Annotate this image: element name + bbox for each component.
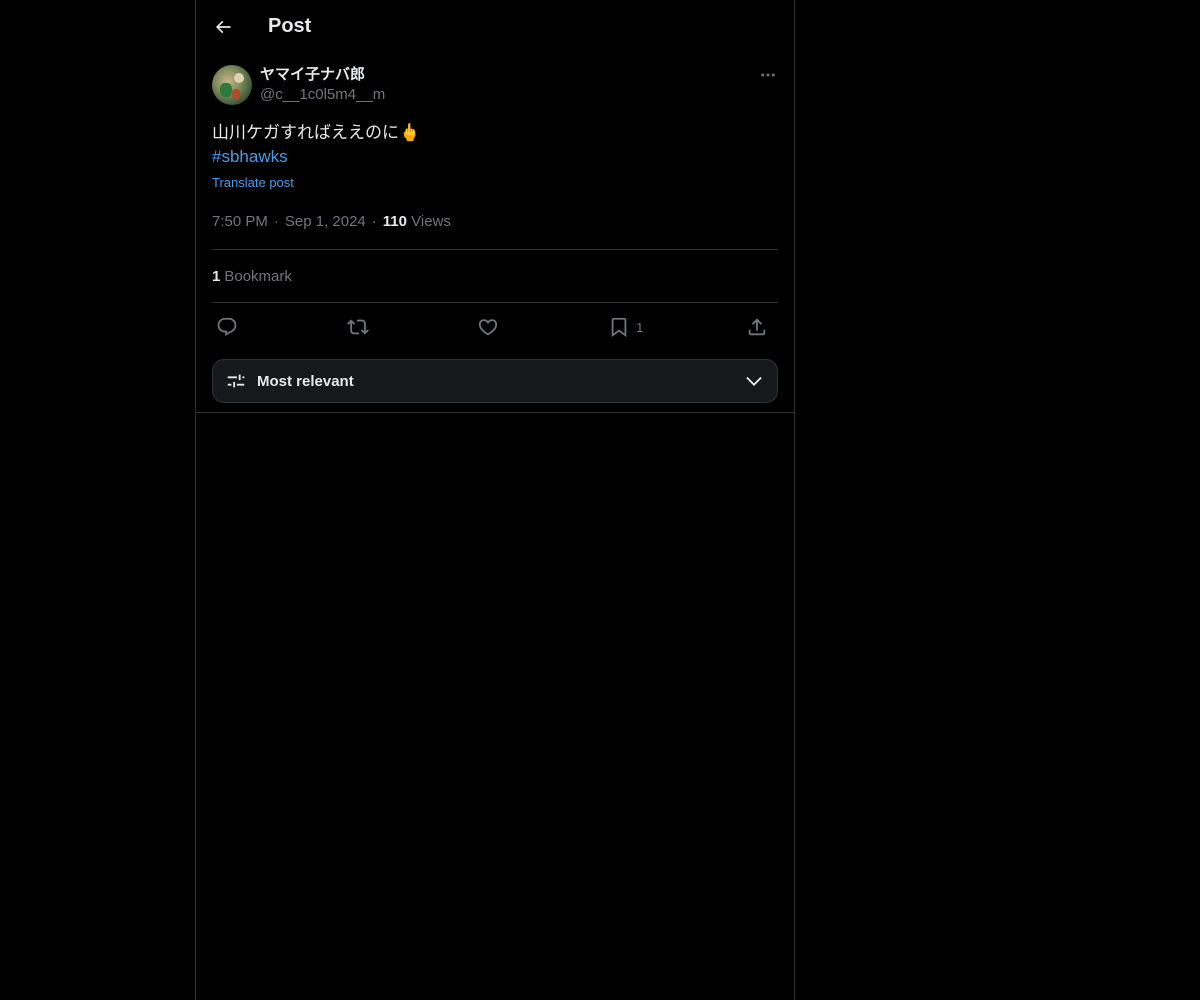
back-button[interactable]	[212, 16, 234, 38]
author-display-name[interactable]: ヤマイ子ナバ郎	[260, 65, 385, 85]
avatar[interactable]	[212, 65, 252, 105]
reply-button[interactable]	[216, 316, 244, 338]
more-options-button[interactable]	[758, 65, 778, 85]
author-row: ヤマイ子ナバ郎 @c__1c0l5m4__m	[212, 65, 778, 105]
like-button[interactable]	[477, 316, 505, 338]
post-date[interactable]: Sep 1, 2024	[285, 213, 366, 230]
bookmark-icon	[611, 317, 627, 338]
bookmark-count: 1	[636, 319, 644, 335]
page-title: Post	[268, 15, 312, 37]
author-handle[interactable]: @c__1c0l5m4__m	[260, 85, 385, 105]
bookmark-button[interactable]: 1	[608, 316, 643, 338]
bookmarks-count: 1	[212, 267, 221, 285]
divider	[196, 412, 794, 413]
header: Post	[196, 0, 794, 53]
post-meta: 7:50 PM · Sep 1, 2024 · 110 Views	[212, 213, 778, 250]
more-icon	[761, 73, 775, 77]
post-text: 山川ケガすればええのに🖕	[212, 123, 421, 142]
action-bar: 1	[212, 303, 778, 351]
repost-icon	[346, 319, 369, 335]
bookmarks-label: Bookmark	[224, 267, 292, 285]
reply-icon	[217, 317, 237, 336]
sliders-icon	[227, 374, 245, 388]
post-time[interactable]: 7:50 PM	[212, 213, 268, 230]
repost-button[interactable]	[346, 316, 375, 338]
heart-icon	[479, 319, 498, 336]
chevron-down-icon	[743, 370, 765, 392]
bookmarks-stat[interactable]: 1 Bookmark	[212, 250, 778, 303]
post: ヤマイ子ナバ郎 @c__1c0l5m4__m 山川ケガすればええのに🖕 #sbh…	[196, 53, 794, 403]
main-column: Post ヤマイ子ナバ郎 @c__1c0l5m4__m 山川ケガすればええのに🖕…	[195, 0, 795, 1000]
sort-replies-dropdown[interactable]: Most relevant	[212, 359, 778, 403]
post-body: 山川ケガすればええのに🖕 #sbhawks Translate post	[212, 121, 778, 195]
translate-post-link[interactable]: Translate post	[212, 171, 778, 195]
share-icon	[748, 318, 766, 336]
sort-label: Most relevant	[257, 372, 354, 390]
share-button[interactable]	[746, 316, 774, 338]
author-names: ヤマイ子ナバ郎 @c__1c0l5m4__m	[260, 65, 385, 105]
views-label: Views	[411, 213, 451, 230]
hashtag-link[interactable]: #sbhawks	[212, 145, 778, 169]
arrow-left-icon	[215, 20, 231, 33]
views-count: 110	[382, 213, 407, 230]
